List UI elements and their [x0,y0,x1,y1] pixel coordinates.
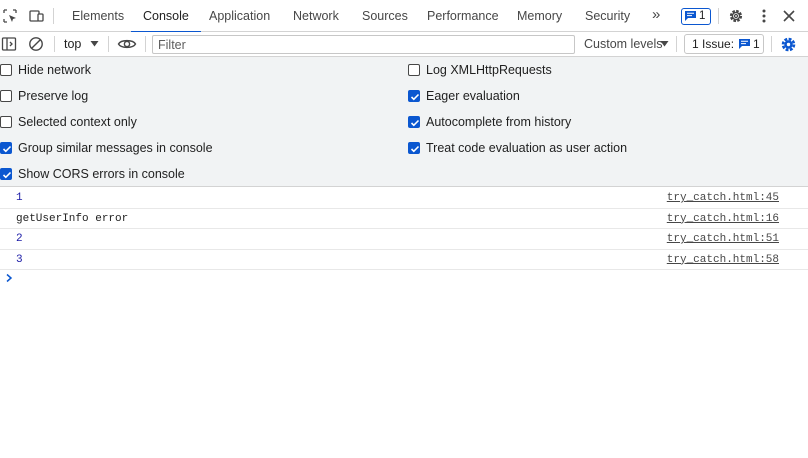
source-link[interactable]: try_catch.html:45 [667,192,779,204]
toolbar-divider [771,36,772,52]
context-selector[interactable]: top [64,32,81,56]
settings-gear-icon[interactable] [728,8,744,24]
messages-badge-count: 1 [699,10,706,22]
setting-label: Show CORS errors in console [18,167,185,181]
source-link[interactable]: try_catch.html:16 [667,213,779,225]
toolbar-divider [145,36,146,52]
message-icon [739,39,750,49]
source-link[interactable]: try_catch.html:58 [667,254,779,266]
kebab-menu-icon[interactable] [756,8,772,24]
setting-label: Autocomplete from history [426,115,572,129]
issues-label: 1 Issue: [692,37,735,51]
tab-console[interactable]: Console [131,0,201,33]
tab-elements[interactable]: Elements [72,0,124,32]
sidebar-toggle-icon[interactable] [1,36,17,52]
toolbar-divider [718,8,719,24]
message-value: 1 [16,192,23,204]
tab-security[interactable]: Security [585,0,630,32]
issues-count: 1 [753,37,760,51]
setting-label: Log XMLHttpRequests [426,63,552,77]
checkbox-checked[interactable] [0,142,12,154]
checkbox-checked[interactable] [0,168,12,180]
devtools-tab-bar: Elements Console Application Network Sou… [0,0,808,33]
checkbox[interactable] [0,116,12,128]
chevron-down-icon[interactable] [90,39,99,48]
toolbar-divider [108,36,109,52]
checkmark-icon [2,171,12,179]
checkbox[interactable] [408,64,420,76]
device-toolbar-icon[interactable] [28,8,44,24]
clear-console-icon[interactable] [28,36,44,52]
tab-memory[interactable]: Memory [517,0,562,32]
tab-performance[interactable]: Performance [427,0,499,32]
more-tabs-chevron-icon[interactable]: » [652,6,660,23]
checkbox-checked[interactable] [408,116,420,128]
setting-label: Preserve log [18,89,89,103]
log-levels-dropdown[interactable]: Custom levels [584,32,663,56]
console-message: 3 try_catch.html:58 [0,250,808,270]
setting-label: Selected context only [18,115,137,129]
inspect-element-icon[interactable] [2,8,18,24]
setting-label: Eager evaluation [426,89,520,103]
issues-button[interactable]: 1 Issue: 1 [684,34,764,54]
message-value: getUserInfo error [16,212,129,225]
messages-badge[interactable]: 1 [681,8,711,25]
checkmark-icon [410,119,420,127]
checkbox[interactable] [0,90,12,102]
console-settings-pane: Hide network Preserve log Selected conte… [0,57,808,187]
console-message: 2 try_catch.html:51 [0,229,808,250]
message-value: 2 [16,233,23,245]
toolbar-divider [676,36,677,52]
console-prompt-chevron-icon[interactable] [4,272,14,284]
console-settings-gear-icon[interactable] [780,36,797,53]
eye-icon[interactable] [117,36,137,52]
checkmark-icon [2,145,12,153]
console-toolbar: top Custom levels 1 Issue: 1 [0,32,808,57]
message-value: 3 [16,253,23,266]
close-icon[interactable] [781,8,797,24]
checkbox-checked[interactable] [408,90,420,102]
checkmark-icon [410,145,420,153]
checkbox[interactable] [0,64,12,76]
message-icon [685,11,696,21]
console-messages: 1 try_catch.html:45 getUserInfo error tr… [0,188,808,270]
chevron-down-icon[interactable] [660,39,669,48]
tab-network[interactable]: Network [293,0,339,32]
checkmark-icon [410,93,420,101]
setting-label: Group similar messages in console [18,141,213,155]
console-message: 1 try_catch.html:45 [0,188,808,209]
console-message: getUserInfo error try_catch.html:16 [0,209,808,229]
tab-application[interactable]: Application [209,0,270,32]
filter-input[interactable] [152,35,575,54]
checkbox-checked[interactable] [408,142,420,154]
tab-sources[interactable]: Sources [362,0,408,32]
toolbar-divider [54,36,55,52]
setting-label: Treat code evaluation as user action [426,141,628,155]
source-link[interactable]: try_catch.html:51 [667,233,779,245]
setting-label: Hide network [18,63,91,77]
toolbar-divider [53,8,54,24]
